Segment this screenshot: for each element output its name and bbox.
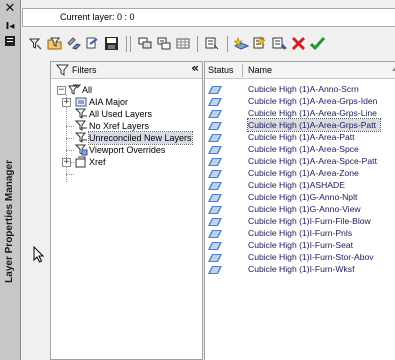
- sort-ascending-icon: ▲: [391, 67, 395, 73]
- palette-title: Layer Properties Manager: [4, 160, 15, 283]
- layer-toolbar: [22, 28, 395, 58]
- layer-name: Cubicle High (1)G-Anno-Nplt: [248, 192, 358, 202]
- layer-row[interactable]: Cubicle High (1)I-Furn-Stor-Abov: [205, 251, 395, 263]
- layer-states-manager-icon[interactable]: [85, 36, 100, 51]
- layer-name: Cubicle High (1)A-Area-Spce-Patt: [248, 156, 377, 166]
- layer-name: Cubicle High (1)A-Area-Grps-Patt: [247, 118, 381, 132]
- layer-name: Cubicle High (1)A-Area-Spce: [248, 144, 359, 154]
- set-current-icon[interactable]: [310, 36, 325, 51]
- layer-name: Cubicle High (1)A-Anno-Scrn: [248, 84, 359, 94]
- collapse-all-toggle[interactable]: −: [57, 86, 66, 95]
- layer-name: Cubicle High (1)ASHADE: [248, 180, 345, 190]
- layer-list-header: Status Name ▲: [205, 62, 395, 79]
- column-divider[interactable]: [242, 64, 243, 77]
- layer-name: Cubicle High (1)A-Area-Patt: [248, 132, 355, 142]
- layer-row[interactable]: Cubicle High (1)I-Furn-Pnls: [205, 227, 395, 239]
- save-icon[interactable]: [104, 36, 119, 51]
- layer-row[interactable]: Cubicle High (1)A-Area-Grps-Patt: [205, 118, 395, 132]
- current-layer-bar: Current layer: 0 : 0: [22, 8, 395, 27]
- layer-name: Cubicle High (1)A-Area-Grps-Line: [248, 108, 377, 118]
- layer-translate-icon[interactable]: [157, 36, 172, 51]
- layer-row[interactable]: Cubicle High (1)A-Area-Spce: [205, 143, 395, 155]
- layer-row[interactable]: Cubicle High (1)I-Furn-File-Blow: [205, 215, 395, 227]
- layer-row[interactable]: Cubicle High (1)G-Anno-Nplt: [205, 191, 395, 203]
- layer-name: Cubicle High (1)I-Furn-Seat: [248, 240, 354, 250]
- expand-aia-major-toggle[interactable]: +: [62, 98, 71, 107]
- layer-name: Cubicle High (1)I-Furn-Wksf: [248, 264, 355, 274]
- layer-states-icon[interactable]: [66, 36, 81, 51]
- layer-row[interactable]: Cubicle High (1)A-Area-Grps-Line: [205, 107, 395, 119]
- layer-row[interactable]: Cubicle High (1)I-Furn-Wksf: [205, 263, 395, 275]
- delete-layer-icon[interactable]: [291, 36, 306, 51]
- filters-tree-pane[interactable]: Filters « − All + AIA Major All Used Lay…: [50, 61, 203, 360]
- properties-menu-icon[interactable]: [2, 36, 18, 49]
- layer-name: Cubicle High (1)G-Anno-View: [248, 204, 361, 214]
- layer-settings-icon[interactable]: [272, 36, 287, 51]
- mouse-cursor-icon: [33, 245, 45, 265]
- layer-row[interactable]: Cubicle High (1)A-Area-Spce-Patt: [205, 155, 395, 167]
- filters-title: Filters: [72, 65, 97, 75]
- layer-name: Cubicle High (1)I-Furn-Pnls: [248, 228, 353, 238]
- new-layer-vp-frozen-icon[interactable]: [253, 36, 268, 51]
- auto-hide-icon[interactable]: I◂: [2, 20, 18, 33]
- filters-header: Filters «: [51, 61, 202, 79]
- new-layer-icon[interactable]: [234, 36, 249, 51]
- layer-row[interactable]: Cubicle High (1)ASHADE: [205, 179, 395, 191]
- layer-row[interactable]: Cubicle High (1)A-Anno-Scrn: [205, 83, 395, 95]
- expand-xref-toggle[interactable]: +: [62, 158, 71, 167]
- new-group-filter-icon[interactable]: [47, 36, 62, 51]
- layer-list-pane[interactable]: Status Name ▲ Cubicle High (1)A-Anno-Scr…: [204, 61, 395, 360]
- layer-status-icon[interactable]: [208, 265, 222, 277]
- layer-filter-icon[interactable]: [138, 36, 153, 51]
- new-property-filter-icon[interactable]: [28, 36, 43, 51]
- layer-row[interactable]: Cubicle High (1)A-Area-Zone: [205, 167, 395, 179]
- palette-title-bar[interactable]: ✕ I◂ Layer Properties Manager: [0, 0, 21, 360]
- close-icon[interactable]: ✕: [2, 2, 18, 15]
- status-column-header[interactable]: Status: [208, 65, 234, 75]
- layer-isolate-icon[interactable]: [205, 36, 220, 51]
- collapse-filters-button[interactable]: «: [191, 61, 199, 75]
- layer-name: Cubicle High (1)I-Furn-Stor-Abov: [248, 252, 374, 262]
- filter-icon: [55, 64, 70, 78]
- current-layer-label: Current layer: 0 : 0: [60, 12, 135, 22]
- layer-row[interactable]: Cubicle High (1)I-Furn-Seat: [205, 239, 395, 251]
- layer-walk-icon[interactable]: [176, 36, 191, 51]
- layer-row[interactable]: Cubicle High (1)G-Anno-View: [205, 203, 395, 215]
- layer-name: Cubicle High (1)A-Area-Grps-Iden: [248, 96, 378, 106]
- layer-row[interactable]: Cubicle High (1)A-Area-Grps-Iden: [205, 95, 395, 107]
- layer-name: Cubicle High (1)I-Furn-File-Blow: [248, 216, 371, 226]
- layer-name: Cubicle High (1)A-Area-Zone: [248, 168, 359, 178]
- name-column-header[interactable]: Name: [248, 65, 272, 75]
- layer-row[interactable]: Cubicle High (1)A-Area-Patt: [205, 131, 395, 143]
- xref-filter-icon: [75, 156, 88, 170]
